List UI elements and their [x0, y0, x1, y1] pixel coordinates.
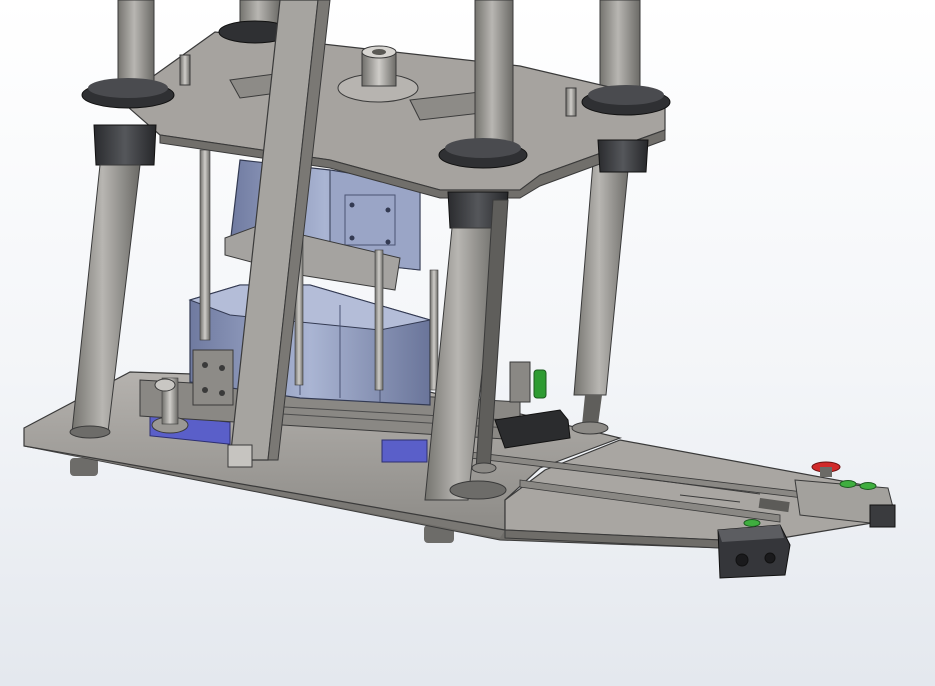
foot-left: [70, 458, 98, 476]
left-bracket: [192, 349, 234, 406]
green-connector: [533, 369, 547, 399]
cad-3d-viewport[interactable]: [0, 0, 935, 686]
blue-slider-right: [381, 439, 428, 463]
green-button-2: [859, 482, 877, 490]
green-button-3: [743, 519, 761, 527]
green-button-1: [839, 480, 857, 488]
machine-model: [23, 0, 896, 579]
